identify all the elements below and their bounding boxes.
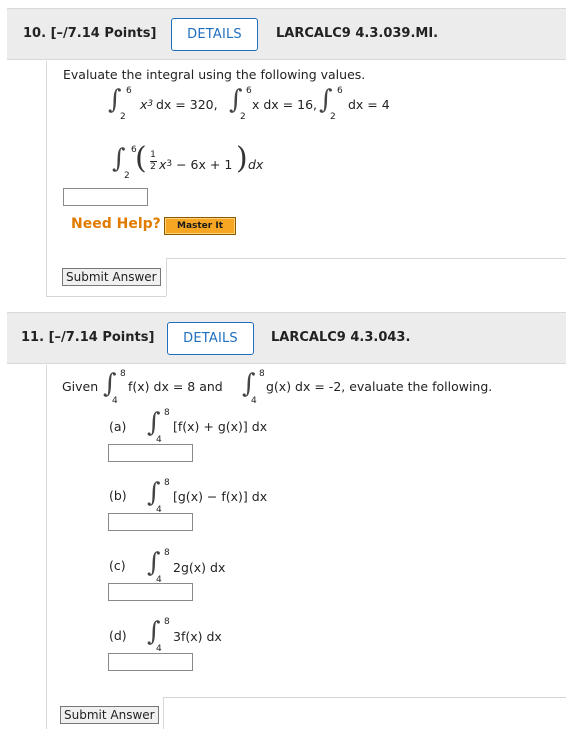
q11-title: 11. [–/7.14 Points]	[21, 330, 155, 345]
integral-icon: ∫	[147, 408, 161, 438]
q10-body	[46, 61, 47, 296]
q10-given-1-rest: dx = 320,	[156, 97, 218, 112]
q11-part-b-expr: [g(x) − f(x)] dx	[173, 489, 268, 504]
integral-icon: ∫	[147, 617, 161, 647]
upper-limit: 8	[164, 548, 170, 558]
q11-part-d-label: (d)	[109, 628, 127, 643]
q11-part-c-answer[interactable]	[108, 583, 193, 601]
integral-icon: ∫	[103, 369, 117, 399]
right-paren: )	[236, 141, 248, 176]
need-help-label: Need Help?	[71, 216, 161, 232]
q10-given-2: x dx = 16,	[252, 97, 318, 112]
upper-limit: 6	[246, 86, 252, 96]
q10-submit-button[interactable]: Submit Answer	[62, 268, 161, 286]
upper-limit: 6	[126, 86, 132, 96]
upper-limit: 8	[164, 478, 170, 488]
integral-icon: ∫	[242, 369, 256, 399]
q10-header: 10. [–/7.14 Points] DETAILS LARCALC9 4.3…	[7, 8, 566, 60]
q11-given-2: g(x) dx = -2, evaluate the following.	[266, 379, 493, 394]
left-paren: (	[135, 141, 147, 176]
q11-part-a-answer[interactable]	[108, 444, 193, 462]
q10-target-dx: dx	[248, 157, 264, 172]
upper-limit: 8	[120, 369, 126, 379]
fraction-numerator: 1	[150, 150, 156, 160]
q11-part-c-expr: 2g(x) dx	[173, 560, 226, 575]
q10-given-3: dx = 4	[348, 97, 390, 112]
q10-prompt: Evaluate the integral using the followin…	[63, 67, 366, 82]
upper-limit: 8	[164, 617, 170, 627]
upper-limit: 8	[259, 369, 265, 379]
q10-answer-field[interactable]	[63, 188, 148, 206]
integral-icon: ∫	[147, 478, 161, 508]
lower-limit: 4	[112, 396, 118, 406]
q11-given-1: f(x) dx = 8 and	[128, 379, 223, 394]
upper-limit: 8	[164, 408, 170, 418]
q10-code: LARCALC9 4.3.039.MI.	[276, 26, 439, 41]
integral-icon: ∫	[229, 85, 243, 115]
q11-body	[46, 365, 47, 729]
q11-part-c-label: (c)	[109, 558, 126, 573]
q11-code: LARCALC9 4.3.043.	[271, 330, 411, 345]
lower-limit: 2	[124, 171, 130, 181]
integral-icon: ∫	[147, 548, 161, 578]
integral-icon: ∫	[108, 85, 122, 115]
q10-title: 10. [–/7.14 Points]	[23, 26, 157, 41]
integral-icon: ∫	[112, 144, 126, 174]
q10-target-expr: x3 − 6x + 1	[159, 157, 233, 172]
lower-limit: 4	[251, 396, 257, 406]
q11-part-d-expr: 3f(x) dx	[173, 629, 222, 644]
q11-part-b-answer[interactable]	[108, 513, 193, 531]
integral-icon: ∫	[319, 85, 333, 115]
q11-details-button[interactable]: DETAILS	[167, 322, 254, 355]
fraction-denominator: 2	[150, 162, 156, 172]
q10-details-button[interactable]: DETAILS	[171, 18, 258, 51]
upper-limit: 6	[337, 86, 343, 96]
lower-limit: 2	[330, 112, 336, 122]
q11-given-word: Given	[62, 379, 99, 394]
lower-limit: 2	[240, 112, 246, 122]
q11-header: 11. [–/7.14 Points] DETAILS LARCALC9 4.3…	[7, 312, 566, 364]
q11-part-a-expr: [f(x) + g(x)] dx	[173, 419, 268, 434]
master-it-button[interactable]: Master It	[164, 217, 236, 235]
q11-part-a-label: (a)	[109, 419, 127, 434]
lower-limit: 2	[120, 112, 126, 122]
q10-given-1: x3	[140, 97, 154, 112]
q11-part-b-label: (b)	[109, 488, 127, 503]
q11-part-d-answer[interactable]	[108, 653, 193, 671]
q11-submit-button[interactable]: Submit Answer	[60, 706, 159, 724]
